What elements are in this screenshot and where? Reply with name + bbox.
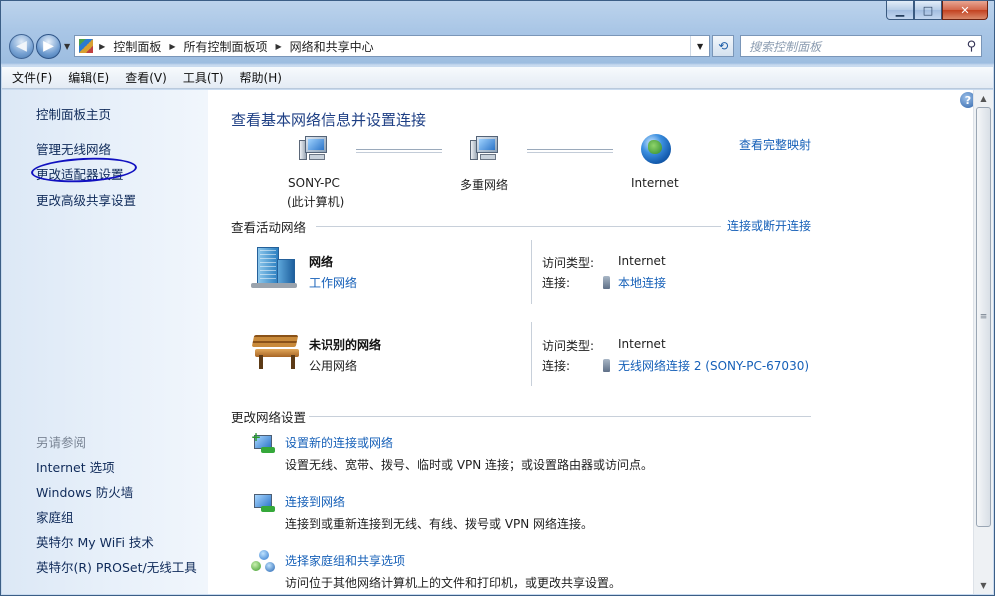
breadcrumb-all-items[interactable]: 所有控制面板项 [183,38,267,55]
content-area: 控制面板主页 管理无线网络 更改适配器设置 更改高级共享设置 另请参阅 Inte… [2,90,993,594]
multiple-networks-icon [470,136,500,162]
see-also-heading: 另请参阅 [36,435,87,450]
search-input[interactable]: 搜索控制面板 ⚲ [740,35,983,57]
access-type-value: Internet [618,254,666,268]
vertical-scrollbar[interactable]: ▲ ≡ ▼ [973,90,993,594]
setup-connection-link[interactable]: 设置新的连接或网络 [285,434,393,451]
back-button[interactable]: ◀ [9,33,34,59]
menu-help[interactable]: 帮助(H) [238,68,284,87]
map-connector-line [356,149,442,153]
task-description: 设置无线、宽带、拨号、临时或 VPN 连接；或设置路由器或访问点。 [285,458,654,472]
section-divider [316,226,721,227]
caption-buttons: ▁ □ ✕ [886,1,988,20]
internet-label: Internet [631,176,679,190]
sidebar-manage-wireless[interactable]: 管理无线网络 [36,139,111,158]
see-also-internet-options[interactable]: Internet 选项 [36,457,115,476]
forward-button[interactable]: ▶ [36,33,61,59]
change-settings-title: 更改网络设置 [231,410,307,425]
see-also-homegroup[interactable]: 家庭组 [36,507,74,526]
internet-globe-icon [641,134,671,164]
chevron-right-icon[interactable]: ▶ [99,42,105,51]
main-panel: ? 查看基本网络信息并设置连接 查看完整映射 SONY-PC (此计算机) 多重… [208,90,976,594]
scroll-down-icon[interactable]: ▼ [974,577,993,594]
maximize-button[interactable]: □ [914,1,942,20]
homegroup-sharing-link[interactable]: 选择家庭组和共享选项 [285,552,405,569]
page-title: 查看基本网络信息并设置连接 [231,111,427,129]
minimize-button[interactable]: ▁ [886,1,914,20]
access-type-label: 访问类型: [542,339,595,353]
active-networks-title: 查看活动网络 [231,220,307,235]
search-icon[interactable]: ⚲ [967,39,977,54]
task-description: 连接到或重新连接到无线、有线、拨号或 VPN 网络连接。 [285,517,594,531]
section-divider [309,416,811,417]
address-bar[interactable]: ▶ 控制面板 ▶ 所有控制面板项 ▶ 网络和共享中心 ▼ [74,35,711,57]
network-divider [531,322,532,386]
sidebar-advanced-sharing[interactable]: 更改高级共享设置 [36,190,136,209]
breadcrumb-network-center[interactable]: 网络和共享中心 [290,38,374,55]
menu-tools[interactable]: 工具(T) [181,68,226,87]
network-type-link[interactable]: 工作网络 [309,274,357,291]
breadcrumb-control-panel[interactable]: 控制面板 [113,38,161,55]
access-type-label: 访问类型: [542,256,595,270]
sidebar-control-panel-home[interactable]: 控制面板主页 [36,104,111,123]
computer-icon [299,136,329,162]
recent-pages-dropdown-icon[interactable]: ▼ [64,42,70,51]
window: ▁ □ ✕ ◀ ▶ ▼ ▶ 控制面板 ▶ 所有控制面板项 ▶ 网络和共享中心 ▼… [0,0,995,596]
refresh-button[interactable]: ⟲ [712,35,735,57]
chevron-right-icon[interactable]: ▶ [276,42,282,51]
ethernet-adapter-icon [603,276,610,289]
connect-to-network-link[interactable]: 连接到网络 [285,493,345,510]
connect-network-icon [251,491,277,515]
multiple-networks-label: 多重网络 [460,178,509,192]
network-divider [531,240,532,304]
see-also-my-wifi[interactable]: 英特尔 My WiFi 技术 [36,532,154,551]
connection-label: 连接: [542,276,571,290]
scrollbar-thumb[interactable]: ≡ [976,107,991,527]
chevron-right-icon[interactable]: ▶ [169,42,175,51]
scroll-up-icon[interactable]: ▲ [974,90,993,107]
close-button[interactable]: ✕ [942,1,988,20]
control-panel-icon [79,39,94,53]
local-connection-link[interactable]: 本地连接 [618,276,666,290]
wireless-connection-link[interactable]: 无线网络连接 2 (SONY-PC-67030) [618,359,809,373]
new-connection-icon: + [251,431,277,456]
network-name: 网络 [309,255,334,269]
connection-item[interactable]: 本地连接 [603,274,666,291]
network-name: 未识别的网络 [309,338,382,352]
menu-file[interactable]: 文件(F) [10,68,54,87]
access-type-value: Internet [618,337,666,351]
connection-label: 连接: [542,359,571,373]
connection-item[interactable]: 无线网络连接 2 (SONY-PC-67030) [603,357,809,374]
homegroup-icon [251,550,277,574]
task-description: 访问位于其他网络计算机上的文件和打印机，或更改共享设置。 [285,576,622,590]
menu-bar: 文件(F) 编辑(E) 查看(V) 工具(T) 帮助(H) [2,67,993,89]
sidebar: 控制面板主页 管理无线网络 更改适配器设置 更改高级共享设置 另请参阅 Inte… [2,90,208,594]
navigation-bar: ◀ ▶ ▼ ▶ 控制面板 ▶ 所有控制面板项 ▶ 网络和共享中心 ▼ ⟲ 搜索控… [9,33,988,59]
connect-disconnect-link[interactable]: 连接或断开连接 [727,217,811,234]
see-also-firewall[interactable]: Windows 防火墙 [36,482,133,501]
map-connector-line [527,149,613,153]
address-dropdown-icon[interactable]: ▼ [690,36,709,56]
computer-sub: (此计算机) [287,195,345,209]
work-network-icon [251,247,297,288]
full-map-link[interactable]: 查看完整映射 [739,136,811,153]
network-type: 公用网络 [309,359,358,373]
menu-view[interactable]: 查看(V) [123,68,169,87]
menu-edit[interactable]: 编辑(E) [66,68,111,87]
wireless-adapter-icon [603,359,610,372]
computer-name: SONY-PC [288,176,340,190]
search-placeholder: 搜索控制面板 [749,39,822,54]
see-also-proset[interactable]: 英特尔(R) PROSet/无线工具 [36,557,197,576]
public-network-icon [251,331,301,371]
